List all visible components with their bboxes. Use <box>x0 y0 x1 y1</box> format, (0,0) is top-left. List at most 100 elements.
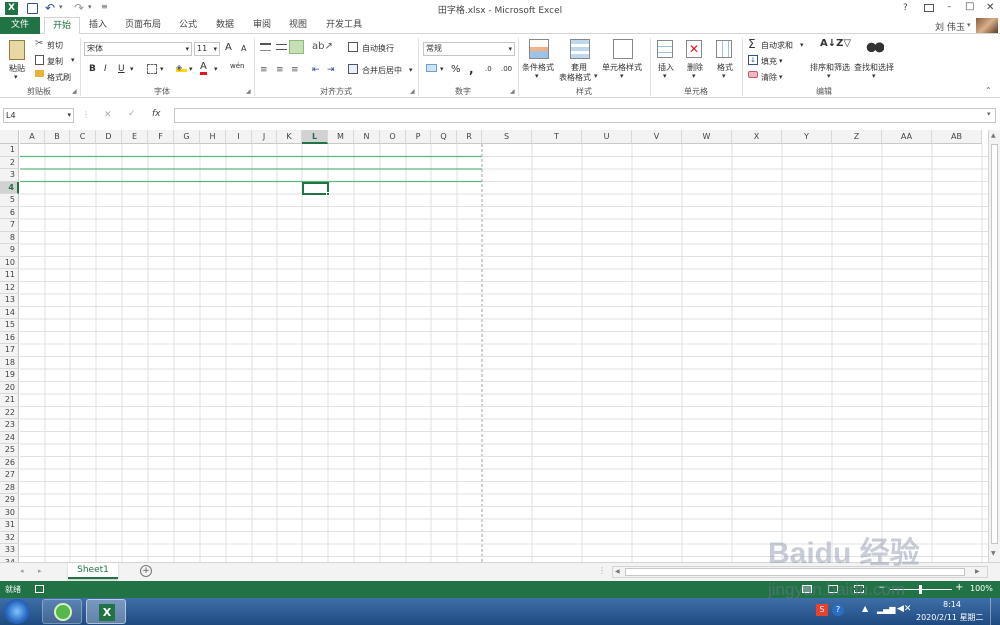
accounting-format-icon[interactable] <box>426 64 437 72</box>
row-header-13[interactable]: 13 <box>0 294 19 307</box>
fill-icon[interactable]: ↓ <box>748 55 758 65</box>
number-launcher-icon[interactable]: ◢ <box>510 88 515 95</box>
column-header-x[interactable]: X <box>732 130 782 144</box>
row-header-24[interactable]: 24 <box>0 431 19 444</box>
help-button[interactable]: ? <box>903 3 908 13</box>
fill-color-dropdown-icon[interactable]: ▾ <box>189 65 193 73</box>
autosum-button[interactable]: 自动求和 <box>761 40 793 51</box>
expand-formula-icon[interactable]: ▾ <box>987 110 991 118</box>
row-header-29[interactable]: 29 <box>0 494 19 507</box>
row-header-21[interactable]: 21 <box>0 394 19 407</box>
column-header-j[interactable]: J <box>252 130 277 144</box>
insert-dropdown-icon[interactable]: ▾ <box>663 72 667 80</box>
decrease-font-button[interactable]: A <box>241 44 246 53</box>
column-header-e[interactable]: E <box>122 130 148 144</box>
excel-taskbar-icon[interactable]: X <box>86 599 126 624</box>
scroll-up-icon[interactable]: ▲ <box>991 132 996 139</box>
wrap-text-button[interactable]: 自动换行 <box>362 43 394 54</box>
font-launcher-icon[interactable]: ◢ <box>246 88 251 95</box>
row-header-30[interactable]: 30 <box>0 506 19 519</box>
align-center-icon[interactable]: ≡ <box>276 65 284 75</box>
clear-icon[interactable] <box>748 71 758 78</box>
tab-formulas[interactable]: 公式 <box>172 17 204 34</box>
format-cells-icon[interactable] <box>716 40 732 58</box>
row-header-20[interactable]: 20 <box>0 381 19 394</box>
clear-button[interactable]: 清除 <box>761 72 777 83</box>
row-header-26[interactable]: 26 <box>0 456 19 469</box>
row-header-3[interactable]: 3 <box>0 169 19 182</box>
column-header-a[interactable]: A <box>20 130 45 144</box>
format-dropdown-icon[interactable]: ▾ <box>722 72 726 80</box>
table-dropdown-icon[interactable]: ▾ <box>594 72 598 80</box>
row-header-31[interactable]: 31 <box>0 519 19 532</box>
row-header-6[interactable]: 6 <box>0 206 19 219</box>
font-size-select[interactable]: 11 ▾ <box>194 42 220 56</box>
decrease-decimal-button[interactable]: .00 <box>501 65 512 73</box>
network-icon[interactable]: ▂▄▆ <box>877 605 895 614</box>
row-header-4[interactable]: 4 <box>0 181 19 194</box>
column-header-c[interactable]: C <box>70 130 96 144</box>
format-painter-button[interactable]: 格式刷 <box>47 72 71 83</box>
fill-handle[interactable] <box>326 192 330 196</box>
scroll-thumb[interactable] <box>991 144 998 544</box>
cut-button[interactable]: 剪切 <box>47 40 63 51</box>
cancel-edit-button[interactable]: ✕ <box>104 110 112 120</box>
sort-filter-icon[interactable]: A↓Z▽ <box>820 38 851 49</box>
start-button-icon[interactable] <box>4 599 30 624</box>
row-header-11[interactable]: 11 <box>0 269 19 282</box>
row-header-2[interactable]: 2 <box>0 156 19 169</box>
customize-qat-icon[interactable]: ≡ <box>101 2 108 11</box>
merge-center-icon[interactable] <box>348 64 358 74</box>
comma-button[interactable]: , <box>469 62 474 76</box>
column-header-r[interactable]: R <box>457 130 482 144</box>
clock-time[interactable]: 8:14 <box>943 600 961 609</box>
insert-function-button[interactable]: fx <box>152 109 161 119</box>
copy-dropdown-icon[interactable]: ▾ <box>71 56 75 64</box>
tab-data[interactable]: 数据 <box>208 17 242 34</box>
tab-home[interactable]: 开始 <box>44 17 80 35</box>
redo-dropdown-icon[interactable]: ▾ <box>88 3 92 11</box>
find-dropdown-icon[interactable]: ▾ <box>872 72 876 80</box>
align-top-icon[interactable] <box>260 43 271 51</box>
column-header-b[interactable]: B <box>45 130 70 144</box>
column-header-g[interactable]: G <box>174 130 200 144</box>
tab-file[interactable]: 文件 <box>0 17 40 34</box>
delete-cells-icon[interactable]: ✕ <box>686 40 702 58</box>
row-header-32[interactable]: 32 <box>0 531 19 544</box>
sheet-next-icon[interactable]: ▸ <box>38 567 42 575</box>
merge-center-button[interactable]: 合并后居中 <box>362 65 402 76</box>
row-header-27[interactable]: 27 <box>0 469 19 482</box>
cell-styles-icon[interactable] <box>613 39 633 59</box>
merge-dropdown-icon[interactable]: ▾ <box>409 66 413 74</box>
column-header-z[interactable]: Z <box>832 130 882 144</box>
border-icon[interactable] <box>147 64 157 74</box>
tab-insert[interactable]: 插入 <box>82 17 114 34</box>
tab-page-layout[interactable]: 页面布局 <box>118 17 168 34</box>
row-header-18[interactable]: 18 <box>0 356 19 369</box>
paste-dropdown-icon[interactable]: ▾ <box>14 73 18 81</box>
column-header-m[interactable]: M <box>328 130 354 144</box>
autosum-icon[interactable]: Σ <box>748 37 756 51</box>
row-header-28[interactable]: 28 <box>0 481 19 494</box>
paste-icon[interactable] <box>9 40 25 60</box>
fill-color-icon[interactable]: ◈ <box>176 63 187 72</box>
format-as-table-button[interactable]: 表格格式 <box>559 72 591 83</box>
redo-icon[interactable]: ↷ <box>74 1 84 15</box>
font-name-select[interactable]: 宋体 ▾ <box>84 42 192 56</box>
worksheet-grid[interactable]: A B C D E F G H I J K L M N O P Q R S T U V W X Y Z AA AB 123456789… <box>0 130 988 562</box>
increase-font-button[interactable]: A <box>225 42 232 53</box>
column-header-y[interactable]: Y <box>782 130 832 144</box>
tab-developer[interactable]: 开发工具 <box>318 17 370 34</box>
delete-dropdown-icon[interactable]: ▾ <box>692 72 696 80</box>
cell-styles-dropdown-icon[interactable]: ▾ <box>620 72 624 80</box>
account-dropdown-icon[interactable]: ▾ <box>967 21 971 29</box>
column-header-f[interactable]: F <box>148 130 174 144</box>
row-header-23[interactable]: 23 <box>0 419 19 432</box>
selected-cell[interactable] <box>302 181 329 195</box>
confirm-edit-button[interactable]: ✓ <box>128 109 136 119</box>
percent-button[interactable]: % <box>451 64 461 75</box>
fill-button[interactable]: 填充 <box>761 56 777 67</box>
orientation-icon[interactable]: ab↗ <box>312 41 333 52</box>
maximize-button[interactable]: □ <box>965 1 974 12</box>
row-header-33[interactable]: 33 <box>0 544 19 557</box>
